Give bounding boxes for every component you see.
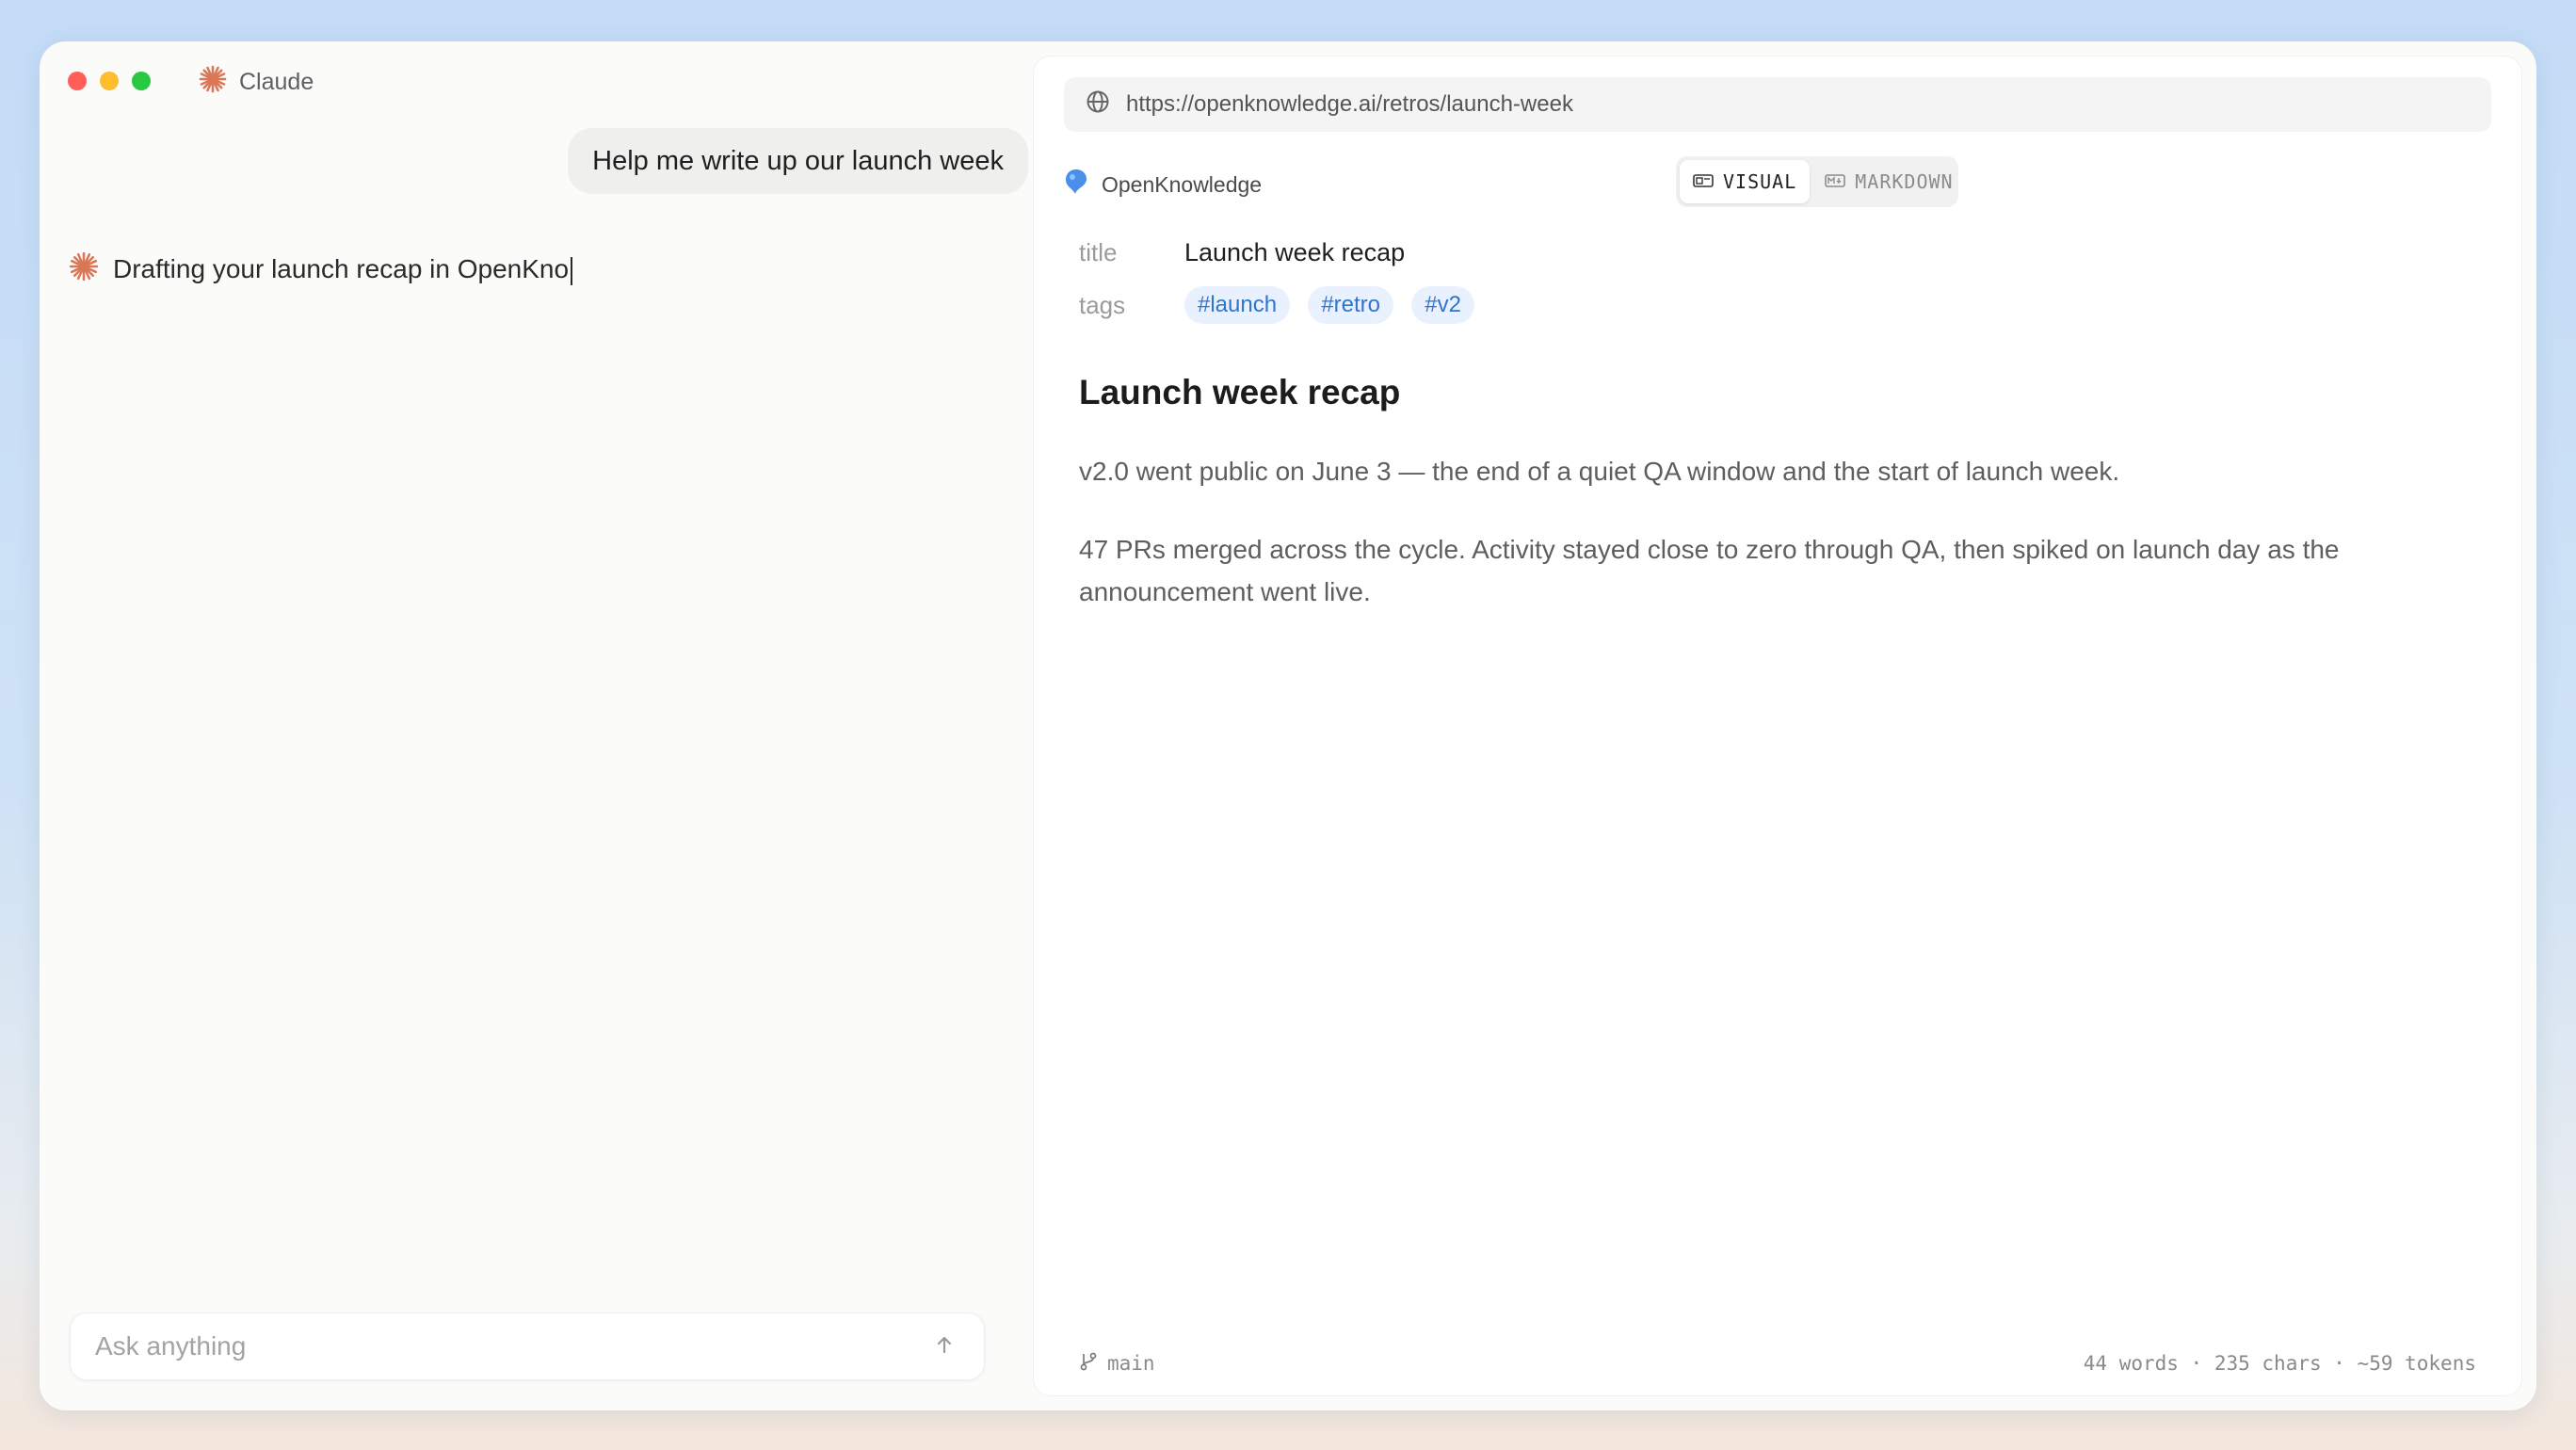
branch-name: main bbox=[1107, 1352, 1155, 1375]
claude-logo-icon bbox=[198, 64, 228, 101]
tag-v2[interactable]: #v2 bbox=[1411, 286, 1474, 324]
tag-launch[interactable]: #launch bbox=[1184, 286, 1291, 324]
frontmatter-tags-key: tags bbox=[1079, 290, 1126, 319]
url-bar[interactable]: https://openknowledge.ai/retros/launch-w… bbox=[1064, 77, 2491, 132]
arrow-up-icon bbox=[933, 1333, 956, 1361]
chat-input-box bbox=[70, 1313, 985, 1380]
git-branch-icon bbox=[1079, 1351, 1098, 1377]
markdown-view-label: MARKDOWN bbox=[1855, 170, 1954, 193]
openknowledge-logo-icon bbox=[1064, 168, 1088, 201]
tag-retro[interactable]: #retro bbox=[1308, 286, 1394, 324]
frontmatter: title Launch week recap tags #launch #re… bbox=[1079, 226, 1486, 331]
app-window: Claude Help me write up our launch week bbox=[40, 41, 2536, 1410]
assistant-message-text: Drafting your launch recap in OpenKno bbox=[113, 254, 570, 284]
maximize-window-button[interactable] bbox=[132, 72, 151, 90]
user-message: Help me write up our launch week bbox=[568, 128, 1028, 194]
frontmatter-tags-row: tags #launch #retro #v2 bbox=[1079, 279, 1486, 331]
markdown-view-tab[interactable]: MARKDOWN bbox=[1811, 160, 1966, 203]
document-pane: https://openknowledge.ai/retros/launch-w… bbox=[1034, 56, 2521, 1395]
visual-view-label: VISUAL bbox=[1723, 170, 1797, 193]
chat-input[interactable] bbox=[93, 1330, 927, 1362]
assistant-message: Drafting your launch recap in OpenKno bbox=[68, 250, 573, 289]
visual-view-tab[interactable]: VISUAL bbox=[1680, 160, 1811, 203]
claude-spark-icon bbox=[68, 250, 100, 289]
chat-pane: Claude Help me write up our launch week bbox=[40, 41, 1028, 1410]
visual-icon bbox=[1693, 170, 1714, 193]
url-text: https://openknowledge.ai/retros/launch-w… bbox=[1126, 91, 1573, 117]
frontmatter-title-row: title Launch week recap bbox=[1079, 226, 1486, 279]
branch-indicator[interactable]: main bbox=[1079, 1351, 1155, 1377]
close-window-button[interactable] bbox=[68, 72, 87, 90]
document-body[interactable]: Launch week recap v2.0 went public on Ju… bbox=[1079, 373, 2472, 649]
document-heading: Launch week recap bbox=[1079, 373, 1401, 411]
app-title: Claude bbox=[239, 69, 314, 95]
minimize-window-button[interactable] bbox=[100, 72, 119, 90]
app-header: Claude bbox=[198, 64, 314, 101]
window-controls bbox=[68, 72, 151, 90]
site-brand[interactable]: OpenKnowledge bbox=[1064, 168, 1262, 201]
document-paragraph: v2.0 went public on June 3 — the end of … bbox=[1079, 457, 2120, 486]
send-button[interactable] bbox=[927, 1329, 961, 1363]
status-bar: main 44 words · 235 chars · ~59 tokens bbox=[1079, 1345, 2476, 1382]
markdown-icon bbox=[1825, 170, 1846, 193]
typing-caret bbox=[571, 256, 573, 285]
frontmatter-title-value[interactable]: Launch week recap bbox=[1184, 238, 1405, 267]
frontmatter-title-key: title bbox=[1079, 237, 1118, 266]
document-paragraph: 47 PRs merged across the cycle. Activity… bbox=[1079, 535, 2340, 606]
view-toggle: VISUAL MARKDOWN bbox=[1676, 156, 1958, 207]
document-stats: 44 words · 235 chars · ~59 tokens bbox=[2083, 1352, 2476, 1375]
brand-name: OpenKnowledge bbox=[1102, 171, 1263, 197]
globe-icon bbox=[1085, 89, 1111, 121]
